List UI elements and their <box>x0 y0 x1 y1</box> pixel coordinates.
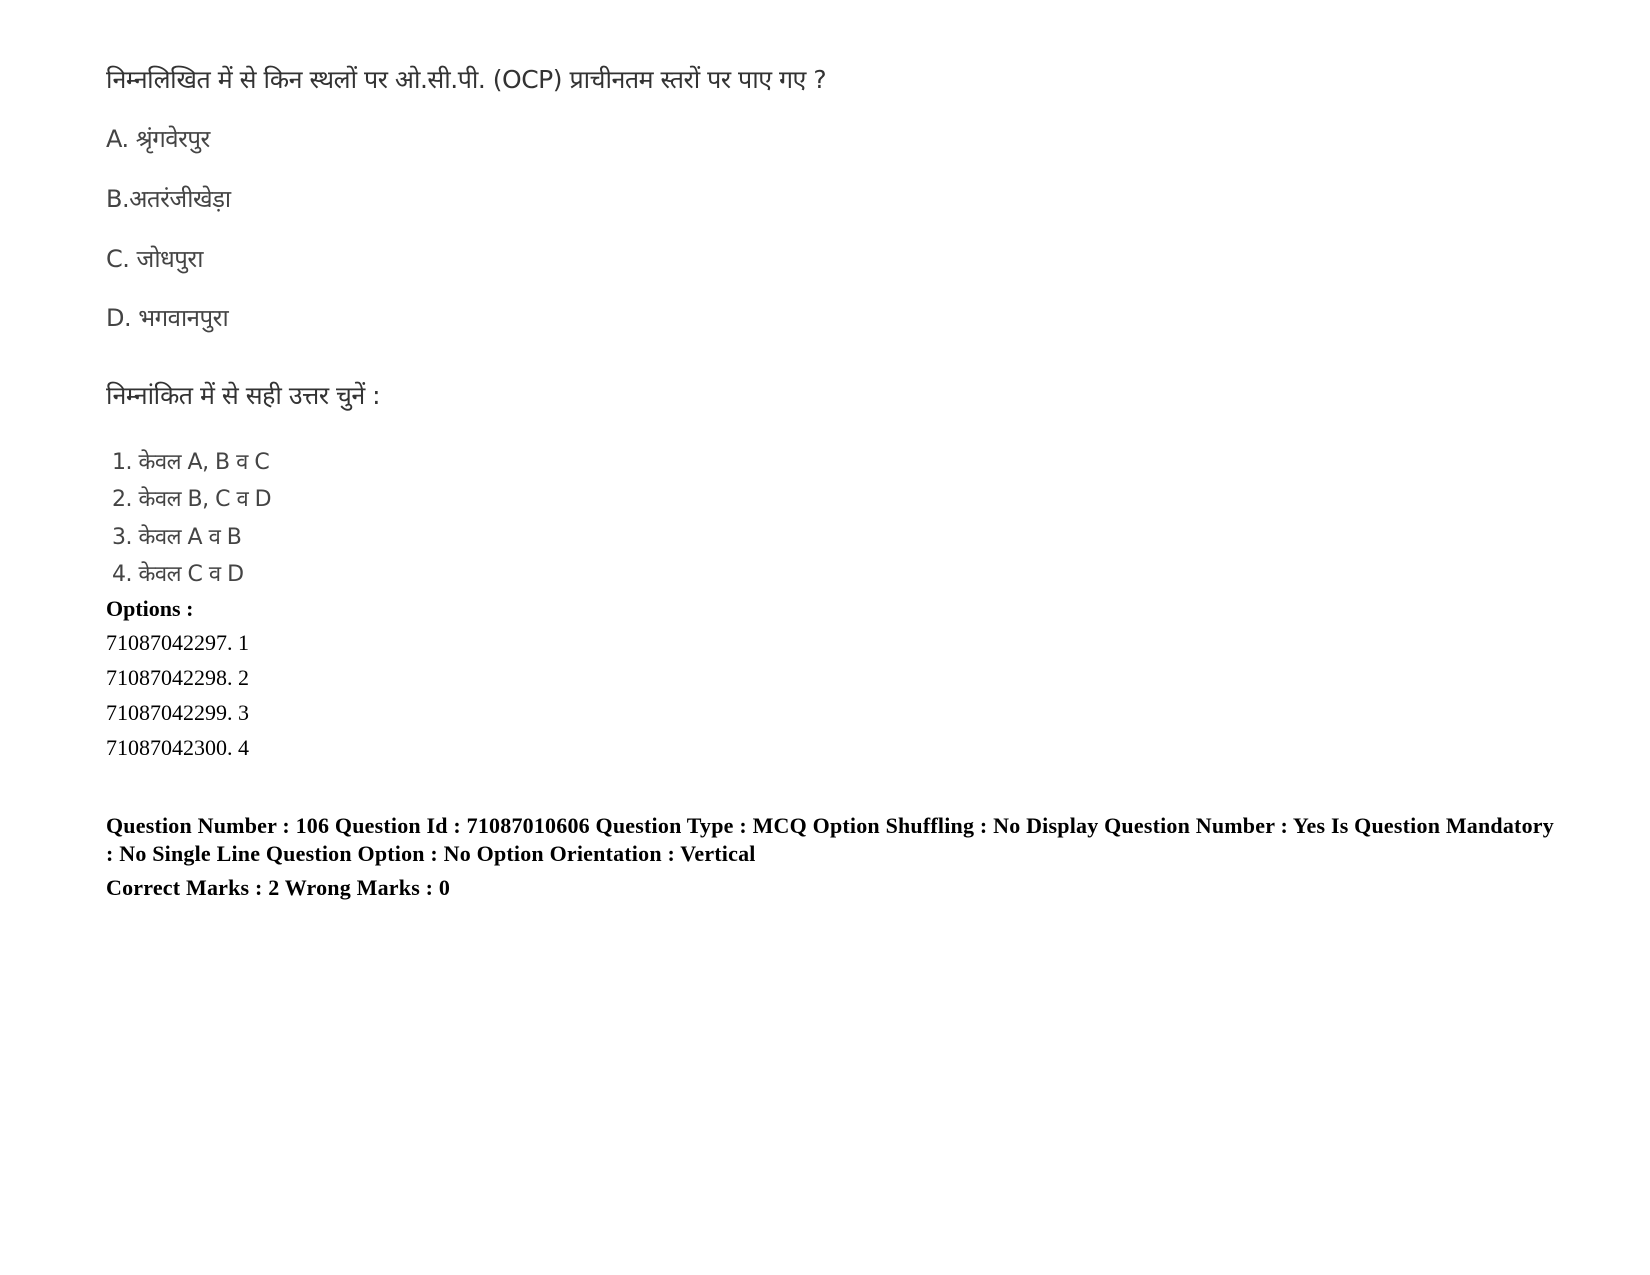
choice-4: 4. केवल C व D <box>112 562 244 587</box>
option-item: 71087042297. 1 <box>106 630 249 655</box>
answer-instruction: निम्नांकित में से सही उत्तर चुनें : <box>106 381 381 410</box>
question-marks: Correct Marks : 2 Wrong Marks : 0 <box>106 875 451 900</box>
option-item: 71087042298. 2 <box>106 665 249 690</box>
options-heading: Options : <box>106 596 194 621</box>
question-page: निम्नलिखित में से किन स्थलों पर ओ.सी.पी.… <box>0 0 1650 1275</box>
statement-c: C. जोधपुरा <box>106 245 203 273</box>
statement-b: B.अतरंजीखेड़ा <box>106 185 231 213</box>
option-item: 71087042300. 4 <box>106 735 249 760</box>
statement-d: D. भगवानपुरा <box>106 304 229 332</box>
question-stem: निम्नलिखित में से किन स्थलों पर ओ.सी.पी.… <box>106 65 827 94</box>
question-metadata: Question Number : 106 Question Id : 7108… <box>106 813 1554 866</box>
choice-1: 1. केवल A, B व C <box>112 450 270 475</box>
choice-3: 3. केवल A व B <box>112 525 242 550</box>
choice-2: 2. केवल B, C व D <box>112 487 272 512</box>
option-item: 71087042299. 3 <box>106 700 249 725</box>
statement-a: A. श्रृंगवेरपुर <box>106 125 210 153</box>
